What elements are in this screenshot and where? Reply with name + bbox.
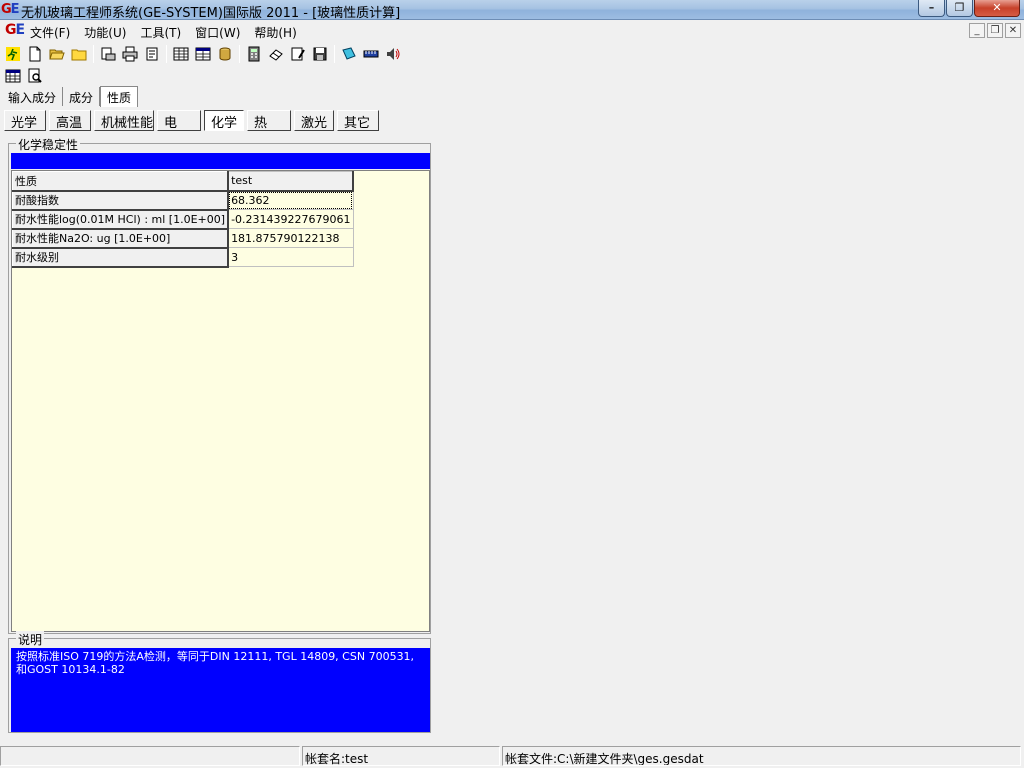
row-label: 耐水性能log(0.01M HCl) : ml [1.0E+00] [12,209,230,230]
table-icon[interactable] [170,44,192,64]
ruler-icon[interactable] [360,44,382,64]
high-temperature-button[interactable]: 高温 [49,110,91,131]
maximize-button[interactable]: ❐ [946,0,973,17]
row-value[interactable]: 181.875790122138 [227,228,354,248]
window-controls: – ❐ ✕ [917,0,1020,18]
other-button[interactable]: 其它 [337,110,379,131]
menu-tools[interactable]: 工具(T) [140,24,181,41]
table-row[interactable]: 耐水级别 3 [12,247,354,268]
menu-function[interactable]: 功能(U) [84,24,126,41]
thermal-button[interactable]: 热 [247,110,291,131]
new-file-icon[interactable] [24,44,46,64]
toolbar-separator [334,45,335,63]
status-panel-empty [0,746,300,766]
laser-button[interactable]: 激光 [294,110,334,131]
window-title: 无机玻璃工程师系统(GE-SYSTEM)国际版 2011 - [玻璃性质计算] [21,6,401,21]
save-disk-icon[interactable] [309,44,331,64]
folder-icon[interactable] [68,44,90,64]
menu-items: 文件(F) 功能(U) 工具(T) 窗口(W) 帮助(H) [30,24,311,41]
menu-help[interactable]: 帮助(H) [254,24,296,41]
print-icon[interactable] [119,44,141,64]
title-bar[interactable]: GE 无机玻璃工程师系统(GE-SYSTEM)国际版 2011 - [玻璃性质计… [0,0,1024,21]
chemical-stability-group: 化学稳定性 性质 test 耐酸指数 68.362 耐水性能log(0.01M … [8,136,431,634]
toolbar-secondary [2,65,46,87]
run-icon[interactable] [2,44,24,64]
grid-view-icon[interactable] [2,66,24,86]
tab-input-composition[interactable]: 输入成分 [2,87,64,106]
row-label: 耐酸指数 [12,190,230,211]
toolbar-main [2,43,404,65]
document-minimize-button[interactable]: _ [969,23,985,38]
status-account-name: 帐套名:test [302,746,500,766]
row-label: 耐水级别 [12,247,230,268]
open-folder-icon[interactable] [46,44,68,64]
app-logo-icon[interactable]: GE [1,1,20,19]
calculator-icon[interactable] [243,44,265,64]
menu-window[interactable]: 窗口(W) [195,24,240,41]
minimize-button[interactable]: – [918,0,945,17]
document-restore-button[interactable]: ❐ [987,23,1003,38]
row-value[interactable]: -0.231439227679061 [227,209,354,229]
eraser-icon[interactable] [265,44,287,64]
zoom-document-icon[interactable] [24,66,46,86]
table-row[interactable]: 耐水性能Na2O: ug [1.0E+00] 181.875790122138 [12,228,354,249]
property-grid[interactable]: 性质 test 耐酸指数 68.362 耐水性能log(0.01M HCl) :… [11,170,430,632]
table-header-row: 性质 test [12,171,355,192]
property-category-buttons: 光学 高温 机械性能 电 化学 热 激光 其它 [4,110,382,131]
speaker-icon[interactable] [382,44,404,64]
spreadsheet-icon[interactable] [192,44,214,64]
status-bar: 帐套名:test 帐套文件:C:\新建文件夹\ges.gesdat [0,744,1024,768]
optics-button[interactable]: 光学 [4,110,46,131]
print-preview-icon[interactable] [97,44,119,64]
toolbar-separator [93,45,94,63]
printer-setup-icon[interactable] [141,44,163,64]
row-value[interactable]: 68.362 [227,190,354,210]
row-label: 耐水性能Na2O: ug [1.0E+00] [12,228,230,249]
row-value[interactable]: 3 [227,247,354,267]
description-group: 说明 按照标准ISO 719的方法A检测，等同于DIN 12111, TGL 1… [8,631,431,733]
tab-composition[interactable]: 成分 [63,87,101,106]
chemical-button[interactable]: 化学 [204,110,244,131]
selection-bar [11,153,430,169]
header-account-name: test [227,171,355,192]
status-account-file: 帐套文件:C:\新建文件夹\ges.gesdat [502,746,1021,766]
table-row[interactable]: 耐水性能log(0.01M HCl) : ml [1.0E+00] -0.231… [12,209,354,230]
table-row[interactable]: 耐酸指数 68.362 [12,190,354,211]
document-close-button[interactable]: ✕ [1005,23,1021,38]
electrical-button[interactable]: 电 [157,110,201,131]
toolbar-separator [239,45,240,63]
main-tabs: 输入成分 成分 性质 [2,86,139,107]
toolbar-separator [166,45,167,63]
description-text: 按照标准ISO 719的方法A检测，等同于DIN 12111, TGL 1480… [11,648,430,732]
tab-properties[interactable]: 性质 [100,86,139,107]
description-title: 说明 [16,631,45,648]
document-edit-icon[interactable] [287,44,309,64]
menu-file[interactable]: 文件(F) [30,24,70,41]
header-property-label: 性质 [12,171,230,192]
document-logo-icon[interactable]: GE [5,22,25,38]
property-table: 性质 test 耐酸指数 68.362 耐水性能log(0.01M HCl) :… [12,171,355,268]
notebook-icon[interactable] [338,44,360,64]
document-window-controls: _ ❐ ✕ [967,23,1021,38]
menu-bar: GE 文件(F) 功能(U) 工具(T) 窗口(W) 帮助(H) _ ❐ ✕ [0,21,1024,42]
close-button[interactable]: ✕ [974,0,1020,17]
group-title: 化学稳定性 [16,136,81,153]
database-icon[interactable] [214,44,236,64]
mechanical-button[interactable]: 机械性能 [94,110,154,131]
